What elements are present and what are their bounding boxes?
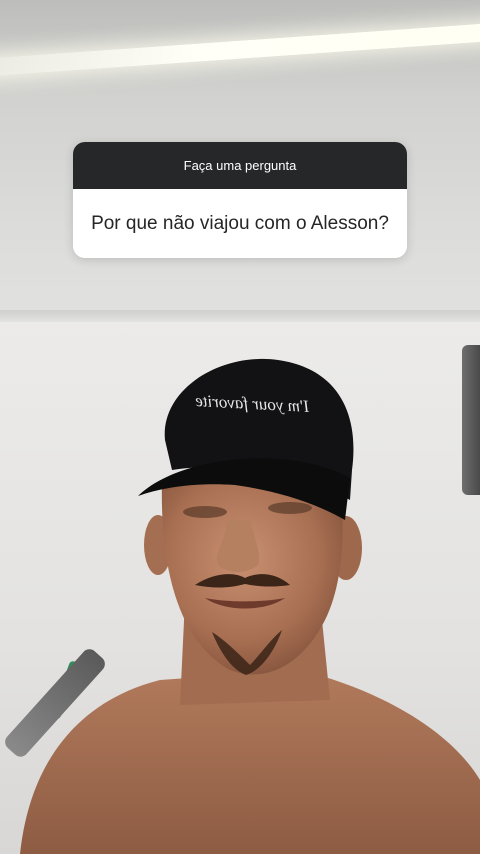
story-background: I'm your favorite [0, 0, 480, 854]
right-eye [268, 502, 312, 514]
person-photo: I'm your favorite [20, 358, 480, 854]
question-sticker[interactable]: Faça uma pergunta Por que não viajou com… [73, 142, 407, 258]
left-eye [183, 506, 227, 518]
question-sticker-header: Faça uma pergunta [73, 142, 407, 189]
question-sticker-question: Por que não viajou com o Alesson? [73, 189, 407, 258]
